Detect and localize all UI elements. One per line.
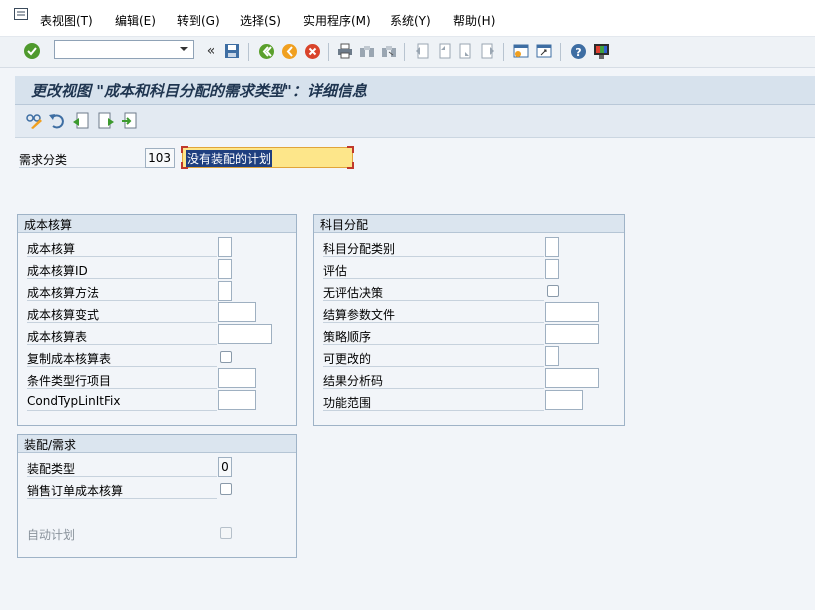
menu-goto[interactable]: 转到(G)	[177, 12, 220, 29]
costing-sheet-label: 成本核算表	[27, 330, 88, 344]
last-page-icon[interactable]	[478, 41, 498, 61]
condition-type-line-item-field[interactable]	[218, 368, 256, 388]
costing-variant-field[interactable]	[218, 302, 256, 322]
costing-group-title: 成本核算	[24, 218, 73, 232]
strategy-sequence-field[interactable]	[545, 324, 599, 344]
auto-planning-label: 自动计划	[27, 528, 76, 542]
menu-select[interactable]: 选择(S)	[240, 12, 281, 29]
find-next-icon[interactable]	[379, 41, 399, 61]
display-change-icon[interactable]	[25, 112, 43, 130]
enter-icon[interactable]	[22, 41, 42, 61]
next-page-icon[interactable]	[456, 41, 476, 61]
menu-table-view[interactable]: 表视图(T)	[40, 12, 93, 29]
customize-layout-icon[interactable]	[591, 41, 611, 61]
copy-costing-sheet-label: 复制成本核算表	[27, 352, 112, 366]
next-entry-icon[interactable]	[97, 112, 115, 130]
cond-typ-lin-it-fix-label: CondTypLinItFix	[27, 394, 121, 408]
other-entry-icon[interactable]	[121, 112, 139, 130]
sales-order-costing-checkbox[interactable]	[220, 483, 232, 495]
menu-edit[interactable]: 编辑(E)	[115, 12, 156, 29]
menu-utilities[interactable]: 实用程序(M)	[303, 12, 371, 29]
title-bar: 更改视图 "成本和科目分配的需求类型"：详细信息	[15, 76, 815, 105]
account-group-title: 科目分配	[320, 218, 369, 232]
costing-field[interactable]	[218, 237, 232, 257]
req-class-text-field[interactable]: 没有装配的计划	[181, 146, 354, 169]
costing-variant-label: 成本核算变式	[27, 308, 100, 322]
chevron-down-icon[interactable]	[178, 44, 190, 54]
content-area: 需求分类 103 没有装配的计划 成本核算 成本核算 成本核算ID 成本核算方法…	[15, 138, 815, 610]
back-icon[interactable]	[256, 41, 276, 61]
standard-toolbar: « ?	[0, 37, 815, 68]
account-assignment-group: 科目分配 科目分配类别 评估 无评估决策 结算参数文件 策略顺序 可更改的 结果…	[313, 214, 625, 426]
account-category-label: 科目分配类别	[323, 242, 396, 256]
application-toolbar	[15, 105, 815, 138]
save-icon[interactable]	[222, 41, 242, 61]
strategy-sequence-label: 策略顺序	[323, 330, 372, 344]
assembly-group-title: 装配/需求	[24, 438, 77, 452]
req-class-value: 103	[148, 151, 171, 165]
menu-icon[interactable]	[14, 8, 28, 20]
command-field[interactable]	[54, 40, 194, 59]
req-class-text: 没有装配的计划	[186, 150, 273, 167]
first-page-icon[interactable]	[412, 41, 432, 61]
find-icon[interactable]	[357, 41, 377, 61]
functional-area-label: 功能范围	[323, 396, 372, 410]
assembly-group: 装配/需求 装配类型 0 销售订单成本核算 自动计划	[17, 434, 297, 558]
req-class-label: 需求分类	[19, 153, 68, 167]
sales-order-costing-label: 销售订单成本核算	[27, 484, 124, 498]
req-class-field[interactable]: 103	[145, 148, 175, 168]
condition-type-line-item-label: 条件类型行项目	[27, 374, 112, 388]
cond-typ-lin-it-fix-field[interactable]	[218, 390, 256, 410]
assembly-type-value: 0	[221, 460, 229, 474]
create-session-icon[interactable]	[511, 41, 531, 61]
help-icon[interactable]: ?	[568, 41, 588, 61]
menu-system[interactable]: 系统(Y)	[390, 12, 431, 29]
results-analysis-key-label: 结果分析码	[323, 374, 384, 388]
svg-text:?: ?	[575, 46, 581, 59]
assembly-type-field[interactable]: 0	[218, 457, 232, 477]
no-valuation-decision-checkbox[interactable]	[547, 285, 559, 297]
copy-costing-sheet-checkbox[interactable]	[220, 351, 232, 363]
settlement-profile-field[interactable]	[545, 302, 599, 322]
costing-method-label: 成本核算方法	[27, 286, 100, 300]
assembly-type-label: 装配类型	[27, 462, 76, 476]
functional-area-field[interactable]	[545, 390, 583, 410]
cancel-icon[interactable]	[302, 41, 322, 61]
page-title: 更改视图 "成本和科目分配的需求类型"：详细信息	[31, 82, 367, 100]
previous-entry-icon[interactable]	[72, 112, 90, 130]
costing-sheet-field[interactable]	[218, 324, 272, 344]
menu-bar: 表视图(T) 编辑(E) 转到(G) 选择(S) 实用程序(M) 系统(Y) 帮…	[0, 0, 815, 37]
auto-planning-checkbox	[220, 527, 232, 539]
costing-method-field[interactable]	[218, 281, 232, 301]
print-icon[interactable]	[335, 41, 355, 61]
settlement-profile-label: 结算参数文件	[323, 308, 396, 322]
account-category-field[interactable]	[545, 237, 559, 257]
results-analysis-key-field[interactable]	[545, 368, 599, 388]
valuation-label: 评估	[323, 264, 348, 278]
previous-page-icon[interactable]	[434, 41, 454, 61]
exit-icon[interactable]	[279, 41, 299, 61]
costing-id-field[interactable]	[218, 259, 232, 279]
costing-label: 成本核算	[27, 242, 76, 256]
menu-help[interactable]: 帮助(H)	[453, 12, 495, 29]
shortcut-icon[interactable]	[534, 41, 554, 61]
changeable-label: 可更改的	[323, 352, 372, 366]
undo-icon[interactable]	[48, 112, 66, 130]
costing-id-label: 成本核算ID	[27, 264, 88, 278]
collapse-icon[interactable]: «	[201, 41, 221, 61]
costing-group: 成本核算 成本核算 成本核算ID 成本核算方法 成本核算变式 成本核算表 复制成…	[17, 214, 297, 426]
changeable-field[interactable]	[545, 346, 559, 366]
valuation-field[interactable]	[545, 259, 559, 279]
no-valuation-decision-label: 无评估决策	[323, 286, 384, 300]
